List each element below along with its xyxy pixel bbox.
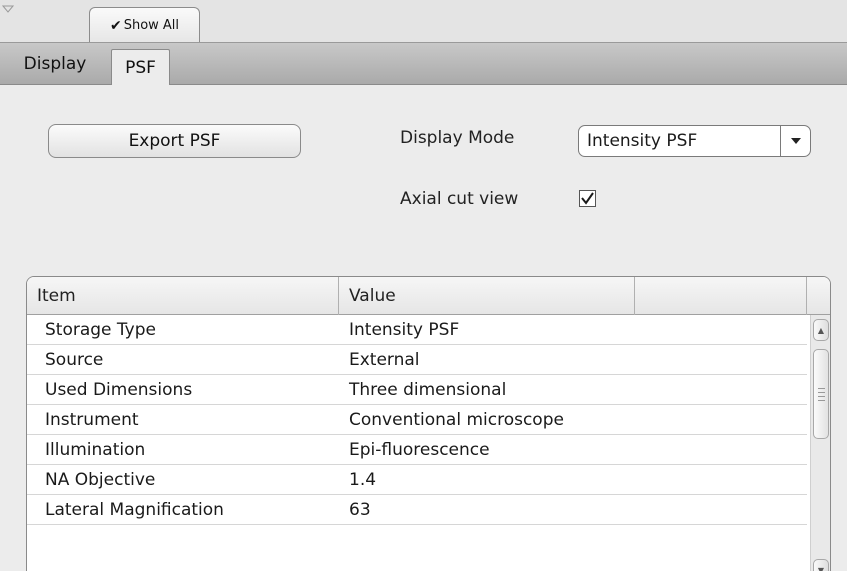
vertical-scrollbar[interactable]: ▲ ▼ [810,315,830,571]
table-header: Item Value [27,277,830,315]
tab-display[interactable]: Display [0,43,110,85]
column-header-extra[interactable] [635,277,807,315]
column-header-value[interactable]: Value [339,277,635,315]
show-all-toggle[interactable]: ✔ Show All [89,7,200,43]
table-row[interactable]: NA Objective 1.4 [27,465,807,495]
show-all-label: Show All [123,18,180,33]
display-mode-label: Display Mode [400,128,515,148]
cell-value: 63 [349,500,371,520]
table-body: Storage Type Intensity PSF Source External U… [27,315,807,525]
psf-panel: ✔ Show All Display PSF Export PSF Displa… [0,0,847,571]
table-row[interactable]: Used Dimensions Three dimensional [27,375,807,405]
cell-item: Illumination [45,440,146,460]
display-mode-select[interactable]: Intensity PSF [578,125,811,157]
cell-item: Lateral Magnification [45,500,224,520]
tab-psf[interactable]: PSF [111,49,170,85]
cell-item: Source [45,350,104,370]
psf-properties-table: Item Value Storage Type Intensity PSF Sour… [26,276,831,571]
table-row[interactable]: Illumination Epi-fluorescence [27,435,807,465]
cell-value: Conventional microscope [349,410,564,430]
axial-cut-view-label: Axial cut view [400,189,519,209]
scroll-thumb[interactable] [813,349,829,439]
tab-bar: Display PSF [0,43,847,85]
checkmark-icon [581,192,594,205]
cell-item: Instrument [45,410,139,430]
cell-item: Storage Type [45,320,156,340]
table-row[interactable]: Source External [27,345,807,375]
scroll-down-button[interactable]: ▼ [813,559,829,571]
display-mode-value: Intensity PSF [587,131,698,151]
cell-value: Epi-fluorescence [349,440,490,460]
scroll-up-button[interactable]: ▲ [813,319,829,341]
table-row[interactable]: Instrument Conventional microscope [27,405,807,435]
top-strip: ✔ Show All [0,0,847,43]
export-psf-button[interactable]: Export PSF [48,124,301,158]
cell-value: External [349,350,420,370]
column-header-item[interactable]: Item [27,277,339,315]
axial-cut-view-checkbox[interactable] [579,190,596,207]
cell-value: 1.4 [349,470,377,490]
table-row[interactable]: Storage Type Intensity PSF [27,315,807,345]
cell-item: NA Objective [45,470,156,490]
table-row[interactable]: Lateral Magnification 63 [27,495,807,525]
cell-value: Three dimensional [349,380,507,400]
checkmark-icon: ✔ [109,17,122,34]
cell-value: Intensity PSF [349,320,460,340]
collapse-arrow-icon[interactable] [2,4,14,14]
cell-item: Used Dimensions [45,380,193,400]
chevron-down-icon[interactable] [780,126,810,156]
